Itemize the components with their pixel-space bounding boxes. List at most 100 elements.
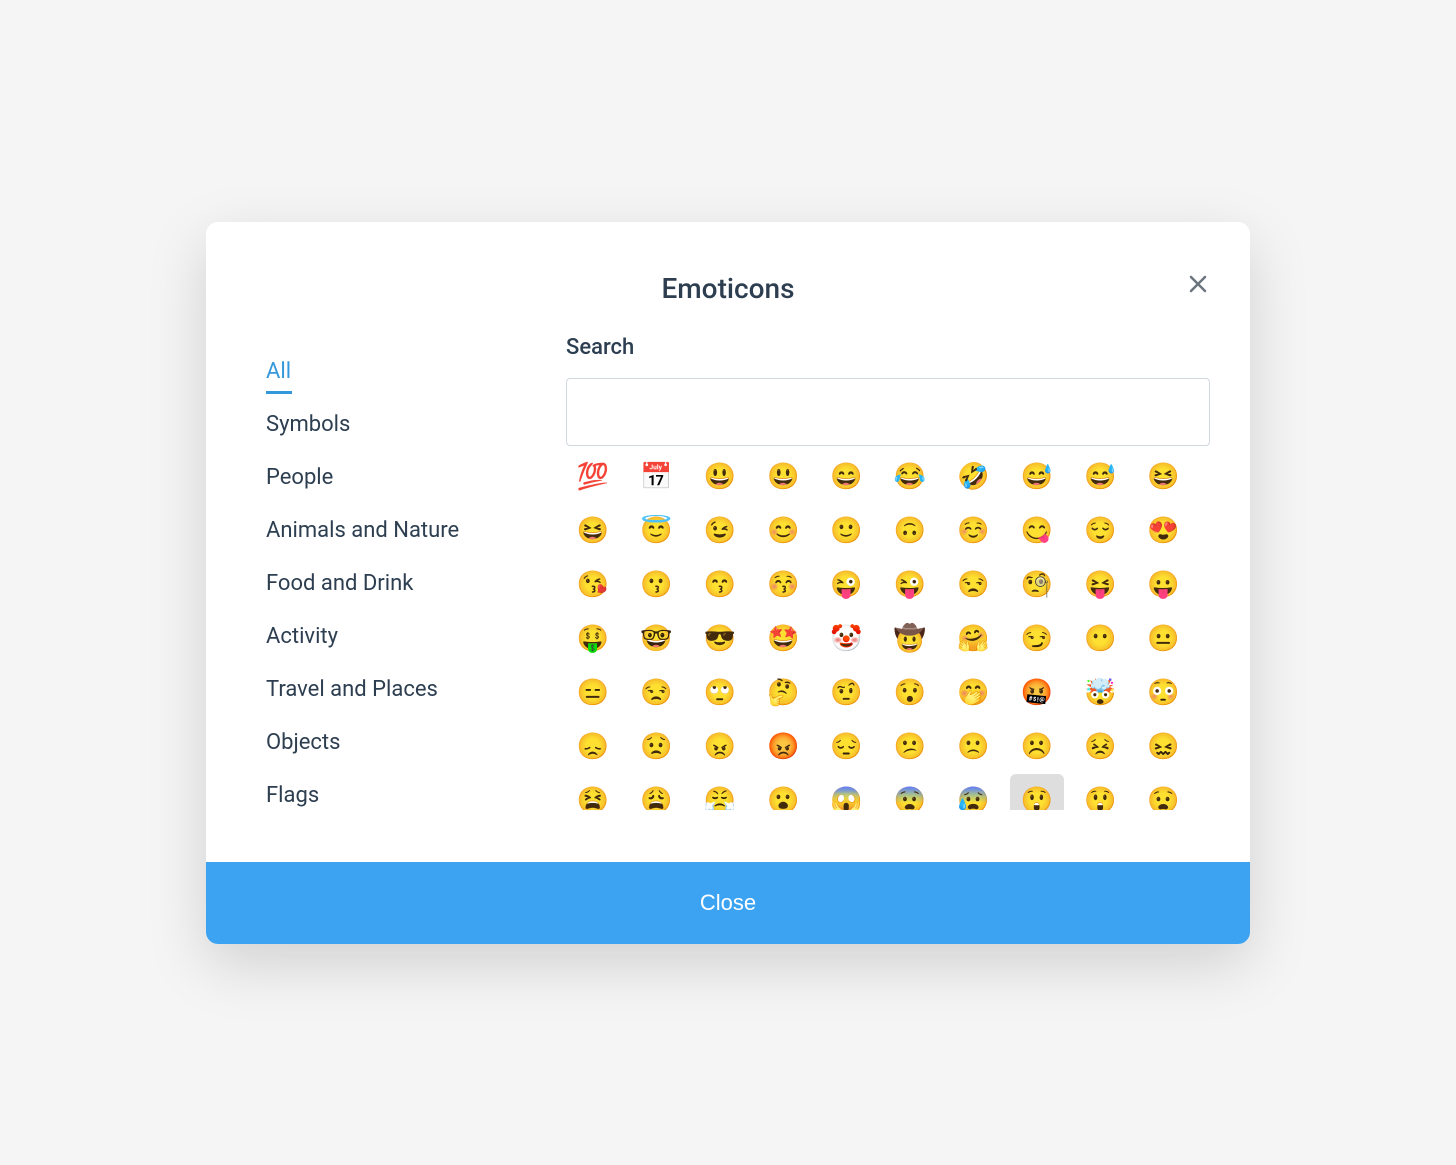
emoji-item[interactable]: 😘 (566, 558, 620, 612)
sidebar-item-food-drink[interactable]: Food and Drink (246, 557, 546, 610)
emoji-item[interactable]: 😟 (629, 720, 683, 774)
emoji-item[interactable]: 😱 (820, 774, 874, 810)
emoji-item[interactable]: 😋 (1010, 504, 1064, 558)
emoji-item[interactable]: 🧐 (1010, 558, 1064, 612)
sidebar-item-symbols[interactable]: Symbols (246, 398, 546, 451)
main-content: Search 💯📅😃😃😄😂🤣😅😅😆😆😇😉😊🙂🙃☺️😋😌😍😘😗😙😚😜😜😒🧐😝😛🤑🤓… (546, 335, 1210, 822)
emoji-item[interactable]: 😇 (629, 504, 683, 558)
emoji-item[interactable]: 😶 (1073, 612, 1127, 666)
emoji-item[interactable]: 😔 (820, 720, 874, 774)
sidebar-item-label: Travel and Places (266, 677, 438, 702)
emoji-item[interactable]: 🤓 (629, 612, 683, 666)
sidebar-item-objects[interactable]: Objects (246, 716, 546, 769)
emoji-item[interactable]: 😗 (629, 558, 683, 612)
emoji-item[interactable]: 😏 (1010, 612, 1064, 666)
modal-title: Emoticons (246, 272, 1210, 305)
emoji-item[interactable]: 😨 (883, 774, 937, 810)
emoji-item[interactable]: 😮 (756, 774, 810, 810)
emoji-item[interactable]: 🤯 (1073, 666, 1127, 720)
emoticons-modal: Emoticons All Symbols People Animals and… (206, 222, 1250, 944)
emoji-item[interactable]: 🤨 (820, 666, 874, 720)
emoji-item[interactable]: 😒 (629, 666, 683, 720)
emoji-item[interactable]: 💯 (566, 450, 620, 504)
sidebar-item-people[interactable]: People (246, 451, 546, 504)
close-icon[interactable] (1186, 272, 1210, 296)
emoji-item[interactable]: 😄 (820, 450, 874, 504)
emoji-item[interactable]: 🙄 (693, 666, 747, 720)
emoji-item[interactable]: 🤡 (820, 612, 874, 666)
emoji-item[interactable]: 😍 (1137, 504, 1191, 558)
emoji-item[interactable]: 🤭 (946, 666, 1000, 720)
sidebar-item-animals-nature[interactable]: Animals and Nature (246, 504, 546, 557)
emoji-item[interactable]: 🤗 (946, 612, 1000, 666)
emoji-item[interactable]: 😚 (756, 558, 810, 612)
sidebar-item-travel-places[interactable]: Travel and Places (246, 663, 546, 716)
category-sidebar: All Symbols People Animals and Nature Fo… (246, 335, 546, 822)
emoji-item[interactable]: 🤩 (756, 612, 810, 666)
emoji-item[interactable]: 🤑 (566, 612, 620, 666)
emoji-grid[interactable]: 💯📅😃😃😄😂🤣😅😅😆😆😇😉😊🙂🙃☺️😋😌😍😘😗😙😚😜😜😒🧐😝😛🤑🤓😎🤩🤡🤠🤗😏😶… (566, 450, 1210, 810)
emoji-item[interactable]: 😅 (1073, 450, 1127, 504)
sidebar-item-label: Animals and Nature (266, 518, 459, 543)
emoji-item[interactable]: 😎 (693, 612, 747, 666)
sidebar-item-label: All (266, 359, 291, 384)
emoji-item[interactable]: 😐 (1137, 612, 1191, 666)
emoji-item[interactable]: 🤬 (1010, 666, 1064, 720)
emoji-item[interactable]: ☹️ (1010, 720, 1064, 774)
search-input[interactable] (566, 378, 1210, 446)
emoji-item[interactable]: 😡 (756, 720, 810, 774)
emoji-item[interactable]: 😠 (693, 720, 747, 774)
emoji-item[interactable]: 😜 (883, 558, 937, 612)
emoji-item[interactable]: 😜 (820, 558, 874, 612)
emoji-item[interactable]: 😛 (1137, 558, 1191, 612)
emoji-item[interactable]: 🙃 (883, 504, 937, 558)
emoji-item[interactable]: 😕 (883, 720, 937, 774)
modal-header: Emoticons (206, 222, 1250, 335)
emoji-item[interactable]: 😂 (883, 450, 937, 504)
emoji-item[interactable]: 🤔 (756, 666, 810, 720)
emoji-item[interactable]: 🤠 (883, 612, 937, 666)
emoji-item[interactable]: 🙂 (820, 504, 874, 558)
emoji-item[interactable]: 😙 (693, 558, 747, 612)
emoji-item[interactable]: 😧 (1137, 774, 1191, 810)
emoji-item[interactable]: 😲 (1073, 774, 1127, 810)
sidebar-item-activity[interactable]: Activity (246, 610, 546, 663)
sidebar-item-label: Objects (266, 730, 341, 755)
modal-footer[interactable]: Close (206, 862, 1250, 944)
emoji-item[interactable]: 😃 (693, 450, 747, 504)
emoji-item[interactable]: 😝 (1073, 558, 1127, 612)
emoji-item[interactable]: 😰 (946, 774, 1000, 810)
sidebar-item-label: Activity (266, 624, 338, 649)
emoji-item[interactable]: 😉 (693, 504, 747, 558)
emoji-item[interactable]: 😫 (566, 774, 620, 810)
emoji-item[interactable]: ☺️ (946, 504, 1000, 558)
emoji-item[interactable]: 🙁 (946, 720, 1000, 774)
emoji-item[interactable]: 😲 (1010, 774, 1064, 810)
close-button[interactable]: Close (700, 890, 756, 916)
sidebar-item-all[interactable]: All (246, 345, 546, 398)
emoji-item[interactable]: 😳 (1137, 666, 1191, 720)
search-label: Search (566, 335, 1210, 360)
emoji-item[interactable]: 😤 (693, 774, 747, 810)
emoji-item[interactable]: 😆 (1137, 450, 1191, 504)
sidebar-item-label: Food and Drink (266, 571, 413, 596)
modal-body: All Symbols People Animals and Nature Fo… (206, 335, 1250, 862)
emoji-item[interactable]: 😩 (629, 774, 683, 810)
sidebar-item-label: Flags (266, 783, 319, 808)
emoji-item[interactable]: 📅 (629, 450, 683, 504)
emoji-item[interactable]: 😣 (1073, 720, 1127, 774)
emoji-item[interactable]: 😌 (1073, 504, 1127, 558)
emoji-item[interactable]: 😒 (946, 558, 1000, 612)
emoji-item[interactable]: 😯 (883, 666, 937, 720)
emoji-item[interactable]: 😊 (756, 504, 810, 558)
emoji-item[interactable]: 😆 (566, 504, 620, 558)
sidebar-item-label: People (266, 465, 333, 490)
emoji-item[interactable]: 😃 (756, 450, 810, 504)
emoji-item[interactable]: 😞 (566, 720, 620, 774)
sidebar-item-flags[interactable]: Flags (246, 769, 546, 822)
sidebar-item-label: Symbols (266, 412, 350, 437)
emoji-item[interactable]: 😑 (566, 666, 620, 720)
emoji-item[interactable]: 🤣 (946, 450, 1000, 504)
emoji-item[interactable]: 😅 (1010, 450, 1064, 504)
emoji-item[interactable]: 😖 (1137, 720, 1191, 774)
